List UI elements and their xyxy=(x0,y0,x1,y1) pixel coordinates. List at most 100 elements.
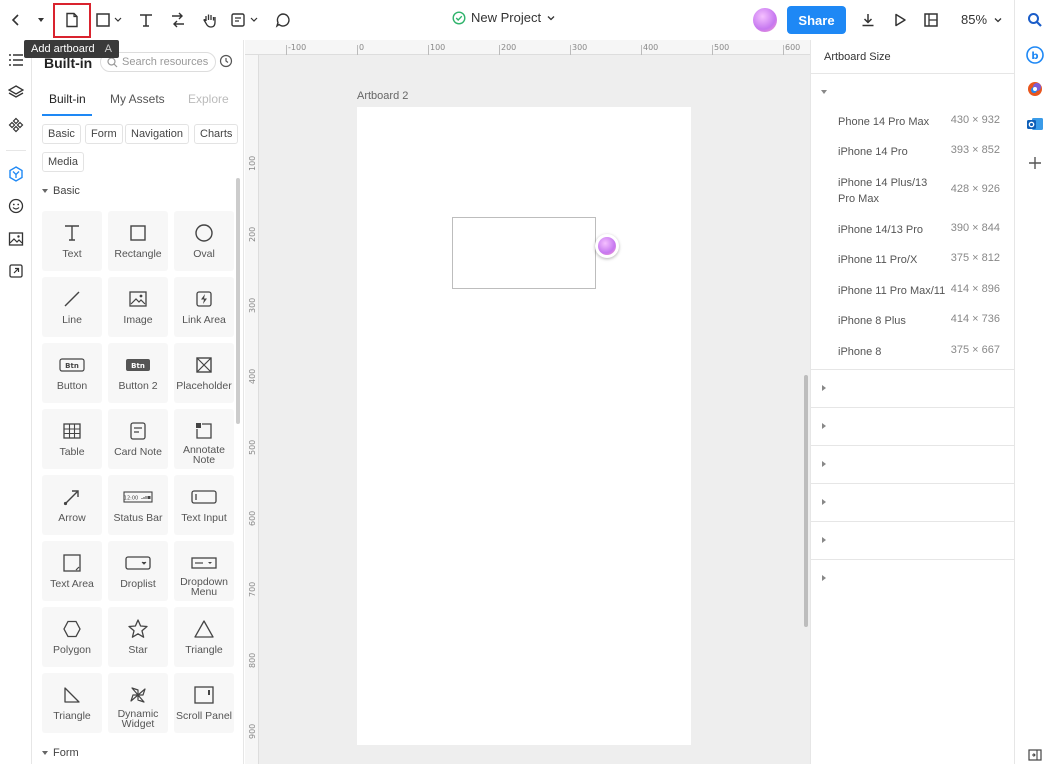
collapsed-group-caret-icon[interactable] xyxy=(822,499,826,505)
image-library-icon[interactable] xyxy=(6,229,26,249)
component-oval[interactable]: Oval xyxy=(174,211,234,271)
svg-text:Btn: Btn xyxy=(131,362,145,370)
vertical-ruler: 100 200 300 400 500 600 700 800 900 xyxy=(245,55,259,764)
component-arrow[interactable]: Arrow xyxy=(42,475,102,535)
tab-my-assets[interactable]: My Assets xyxy=(110,92,165,106)
collapsed-group-caret-icon[interactable] xyxy=(822,537,826,543)
component-image[interactable]: Image xyxy=(108,277,168,337)
device-size: 414 × 736 xyxy=(950,313,1000,325)
rectangle-tool-icon[interactable] xyxy=(94,8,124,32)
component-placeholder[interactable]: Placeholder xyxy=(174,343,234,403)
collapsed-group-caret-icon[interactable] xyxy=(822,575,826,581)
expand-caret-icon[interactable] xyxy=(821,90,827,94)
section-basic-header[interactable]: Basic xyxy=(42,185,80,197)
search-icon[interactable] xyxy=(1026,11,1044,29)
user-avatar[interactable] xyxy=(753,8,777,32)
component-card-note[interactable]: Card Note xyxy=(108,409,168,469)
component-button[interactable]: Btn Button xyxy=(42,343,102,403)
hand-tool-icon[interactable] xyxy=(200,8,220,32)
chip-charts[interactable]: Charts xyxy=(194,124,239,144)
section-form-header[interactable]: Form xyxy=(42,747,79,759)
top-toolbar: Add artboard A New Project Share 85% xyxy=(0,0,1014,58)
project-title-dropdown[interactable]: New Project xyxy=(452,10,556,25)
collapsed-group-caret-icon[interactable] xyxy=(822,423,826,429)
polygon-icon xyxy=(62,617,82,641)
component-text-area[interactable]: Text Area xyxy=(42,541,102,601)
component-button-2[interactable]: Btn Button 2 xyxy=(108,343,168,403)
collapsed-group-caret-icon[interactable] xyxy=(822,461,826,467)
library-scrollbar[interactable] xyxy=(236,178,240,424)
collapsed-group-caret-icon[interactable] xyxy=(822,385,826,391)
download-icon[interactable] xyxy=(858,8,878,32)
outline-list-icon[interactable] xyxy=(6,50,26,70)
built-in-library-icon[interactable] xyxy=(6,164,26,184)
chip-media[interactable]: Media xyxy=(42,152,84,172)
rail-divider xyxy=(6,150,26,151)
component-scroll-panel[interactable]: Scroll Panel xyxy=(174,673,234,733)
outlook-icon[interactable] xyxy=(1026,115,1044,133)
device-size: 375 × 812 xyxy=(950,252,1000,264)
component-status-bar[interactable]: 12:00 Status Bar xyxy=(108,475,168,535)
comment-tool-icon[interactable] xyxy=(273,8,293,32)
components-icon[interactable] xyxy=(6,115,26,135)
component-dropdown-menu[interactable]: Dropdown Menu xyxy=(174,541,234,601)
share-button[interactable]: Share xyxy=(787,6,846,34)
chip-basic[interactable]: Basic xyxy=(42,124,81,144)
artboard-size-title: Artboard Size xyxy=(824,51,891,63)
component-star[interactable]: Star xyxy=(108,607,168,667)
office-icon[interactable] xyxy=(1026,80,1044,98)
component-text[interactable]: Text xyxy=(42,211,102,271)
tooltip-label: Add artboard xyxy=(31,43,95,55)
component-table[interactable]: Table xyxy=(42,409,102,469)
note-tool-icon[interactable] xyxy=(230,8,260,32)
back-icon[interactable] xyxy=(6,8,26,32)
droplist-icon xyxy=(125,551,151,575)
rectangle-shape[interactable] xyxy=(452,217,596,289)
bing-copilot-icon[interactable]: b xyxy=(1026,46,1044,64)
component-rectangle[interactable]: Rectangle xyxy=(108,211,168,271)
divider xyxy=(811,559,1014,560)
component-label: Arrow xyxy=(58,512,86,524)
history-icon[interactable] xyxy=(219,54,233,71)
design-canvas[interactable]: -100 0 100 200 300 400 500 600 100 200 3… xyxy=(245,40,810,764)
device-name: Phone 14 Pro Max xyxy=(838,116,930,128)
component-polygon[interactable]: Polygon xyxy=(42,607,102,667)
component-label: Rectangle xyxy=(114,248,162,260)
connector-tool-icon[interactable] xyxy=(168,8,188,32)
search-placeholder: Search resources xyxy=(122,56,209,68)
component-right-triangle[interactable]: Triangle xyxy=(42,673,102,733)
canvas-scrollbar[interactable] xyxy=(804,375,808,627)
component-annotate-note[interactable]: Annotate Note xyxy=(174,409,234,469)
sidebar-toggle-icon[interactable] xyxy=(1026,746,1044,764)
chip-navigation[interactable]: Navigation xyxy=(125,124,189,144)
plugin-icon[interactable] xyxy=(6,261,26,281)
tab-built-in[interactable]: Built-in xyxy=(49,92,86,106)
emoji-icon[interactable] xyxy=(6,196,26,216)
text-input-icon xyxy=(191,485,217,509)
preview-play-icon[interactable] xyxy=(890,8,910,32)
component-text-input[interactable]: Text Input xyxy=(174,475,234,535)
status-bar-icon: 12:00 xyxy=(123,485,153,509)
artboard[interactable] xyxy=(357,107,691,745)
component-triangle[interactable]: Triangle xyxy=(174,607,234,667)
component-link-area[interactable]: Link Area xyxy=(174,277,234,337)
card-note-icon xyxy=(128,419,148,443)
tab-explore[interactable]: Explore xyxy=(188,92,229,106)
add-icon[interactable] xyxy=(1026,154,1044,172)
component-label: Scroll Panel xyxy=(175,710,233,722)
device-size: 430 × 932 xyxy=(950,114,1000,126)
layout-panel-icon[interactable] xyxy=(921,8,941,32)
zoom-dropdown[interactable]: 85% xyxy=(961,12,1003,27)
artboard-label[interactable]: Artboard 2 xyxy=(357,90,408,102)
menu-dropdown-icon[interactable] xyxy=(33,8,49,32)
collaborator-avatar[interactable] xyxy=(595,234,619,258)
chip-form[interactable]: Form xyxy=(85,124,123,144)
component-line[interactable]: Line xyxy=(42,277,102,337)
device-name: iPhone 11 Pro/X xyxy=(838,254,918,266)
component-droplist[interactable]: Droplist xyxy=(108,541,168,601)
ruler-label: 500 xyxy=(248,439,257,455)
text-tool-icon[interactable] xyxy=(136,8,156,32)
component-dynamic-widget[interactable]: Dynamic Widget xyxy=(108,673,168,733)
layers-icon[interactable] xyxy=(6,82,26,102)
ruler-tick xyxy=(712,45,713,55)
